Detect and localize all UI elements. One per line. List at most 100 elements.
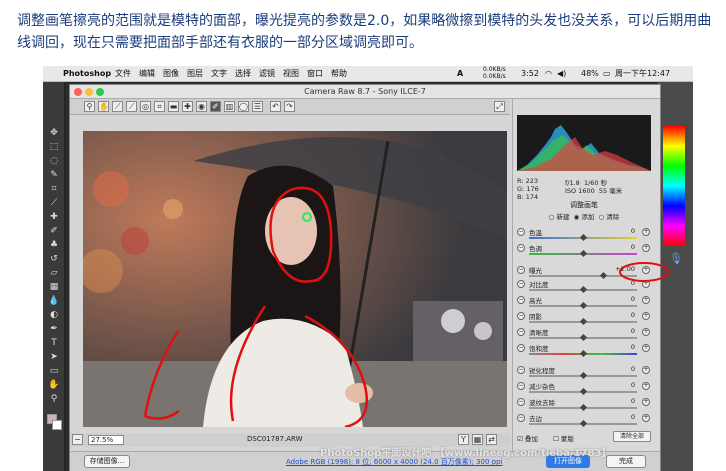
minus-icon[interactable]: − <box>517 312 525 320</box>
dodge-tool-icon[interactable]: ◐ <box>48 310 60 320</box>
crop-tool-icon[interactable]: ⌗ <box>154 101 165 112</box>
preferences-icon[interactable]: ☰ <box>252 101 263 112</box>
slider-knob[interactable] <box>579 333 588 342</box>
menu-select[interactable]: 选择 <box>235 66 251 82</box>
healing-tool-icon[interactable]: ✚ <box>48 212 60 222</box>
done-button[interactable]: 完成 <box>606 455 646 468</box>
zoom-level-select[interactable]: 27.5% <box>88 435 124 445</box>
slider-knob[interactable] <box>579 317 588 326</box>
mic-icon[interactable]: 🎙 <box>669 252 683 265</box>
spot-removal-icon[interactable]: ✚ <box>182 101 193 112</box>
straighten-tool-icon[interactable]: ▬ <box>168 101 179 112</box>
plus-icon[interactable]: + <box>642 296 650 304</box>
minus-icon[interactable]: − <box>517 266 525 274</box>
radial-filter-icon[interactable]: ◯ <box>238 101 249 112</box>
graduated-filter-icon[interactable]: ▥ <box>224 101 235 112</box>
zoom-window-icon[interactable] <box>96 88 104 96</box>
slider-value[interactable]: 0 <box>615 381 635 389</box>
minus-icon[interactable]: − <box>517 398 525 406</box>
clear-all-button[interactable]: 清除全部 <box>613 431 651 442</box>
menu-filter[interactable]: 滤镜 <box>259 66 275 82</box>
shape-tool-icon[interactable]: ▭ <box>48 366 60 376</box>
slider-knob[interactable] <box>579 419 588 428</box>
hand-tool-icon[interactable]: ✋ <box>98 101 109 112</box>
slider-knob[interactable] <box>579 371 588 380</box>
plus-icon[interactable]: + <box>642 328 650 336</box>
minus-icon[interactable]: − <box>517 382 525 390</box>
rotate-left-icon[interactable]: ↶ <box>270 101 281 112</box>
rotate-right-icon[interactable]: ↷ <box>284 101 295 112</box>
slider-knob[interactable] <box>579 387 588 396</box>
overlay-checkbox[interactable]: ☑ 叠加 <box>517 433 538 443</box>
slider-knob[interactable] <box>599 271 608 280</box>
plus-icon[interactable]: + <box>642 244 650 252</box>
hand-tool-icon[interactable]: ✋ <box>48 380 60 390</box>
menu-layer[interactable]: 图层 <box>187 66 203 82</box>
slider-value[interactable]: 0 <box>615 295 635 303</box>
plus-icon[interactable]: + <box>642 414 650 422</box>
minus-icon[interactable]: − <box>517 328 525 336</box>
slider-value[interactable]: 0 <box>615 343 635 351</box>
minus-icon[interactable]: − <box>517 244 525 252</box>
mode-add-radio[interactable]: ◉ 添加 <box>574 213 595 221</box>
slider-knob[interactable] <box>579 403 588 412</box>
slider-knob[interactable] <box>579 301 588 310</box>
pen-tool-icon[interactable]: ✒ <box>48 324 60 334</box>
menu-type[interactable]: 文字 <box>211 66 227 82</box>
crop-tool-icon[interactable]: ⌗ <box>48 184 60 194</box>
menu-help[interactable]: 帮助 <box>331 66 347 82</box>
adobe-icon[interactable]: A <box>457 66 463 82</box>
gradient-tool-icon[interactable]: ▦ <box>48 282 60 292</box>
slider-knob[interactable] <box>579 349 588 358</box>
volume-icon[interactable]: ◀) <box>557 66 566 82</box>
red-eye-icon[interactable]: ◉ <box>196 101 207 112</box>
slider-value[interactable]: 0 <box>615 243 635 251</box>
minus-icon[interactable]: − <box>517 366 525 374</box>
menu-image[interactable]: 图像 <box>163 66 179 82</box>
mode-clear-radio[interactable]: ○ 清除 <box>599 213 620 221</box>
slider-value[interactable]: 0 <box>615 413 635 421</box>
brush-tool-icon[interactable]: ✐ <box>48 226 60 236</box>
zoom-out-icon[interactable]: − <box>72 434 83 445</box>
history-brush-icon[interactable]: ↺ <box>48 254 60 264</box>
menu-view[interactable]: 视图 <box>283 66 299 82</box>
adjustment-brush-icon[interactable]: ✐ <box>210 101 221 112</box>
lasso-tool-icon[interactable]: ◌ <box>48 156 60 166</box>
close-window-icon[interactable] <box>74 88 82 96</box>
white-balance-tool-icon[interactable]: ⟋ <box>112 101 123 112</box>
zoom-tool-icon[interactable]: ⚲ <box>84 101 95 112</box>
type-tool-icon[interactable]: T <box>48 338 60 348</box>
zoom-tool-icon[interactable]: ⚲ <box>48 394 60 404</box>
minus-icon[interactable]: − <box>517 414 525 422</box>
plus-icon[interactable]: + <box>642 398 650 406</box>
slider-value[interactable]: 0 <box>615 365 635 373</box>
plus-icon[interactable]: + <box>642 228 650 236</box>
minimize-window-icon[interactable] <box>85 88 93 96</box>
battery-icon[interactable]: ▭ <box>603 66 611 82</box>
menu-file[interactable]: 文件 <box>115 66 131 82</box>
quick-select-tool-icon[interactable]: ✎ <box>48 170 60 180</box>
stamp-tool-icon[interactable]: ♣ <box>48 240 60 250</box>
plus-icon[interactable]: + <box>642 312 650 320</box>
background-color-swatch[interactable] <box>52 420 62 430</box>
mode-new-radio[interactable]: ○ 新建 <box>549 213 570 221</box>
slider-knob[interactable] <box>579 249 588 258</box>
eyedropper-tool-icon[interactable]: ⟋ <box>48 198 60 208</box>
mask-checkbox[interactable]: ☐ 蒙版 <box>553 433 574 443</box>
fullscreen-icon[interactable]: ⤢ <box>494 101 505 112</box>
eraser-tool-icon[interactable]: ▱ <box>48 268 60 278</box>
blur-tool-icon[interactable]: 💧 <box>48 296 60 306</box>
slider-knob[interactable] <box>579 285 588 294</box>
path-select-icon[interactable]: ➤ <box>48 352 60 362</box>
color-spectrum[interactable] <box>663 126 685 246</box>
minus-icon[interactable]: − <box>517 228 525 236</box>
plus-icon[interactable]: + <box>642 366 650 374</box>
minus-icon[interactable]: − <box>517 280 525 288</box>
photo-canvas[interactable] <box>83 131 507 427</box>
targeted-adjust-icon[interactable]: ◎ <box>140 101 151 112</box>
move-tool-icon[interactable]: ✥ <box>48 128 60 138</box>
slider-value[interactable]: 0 <box>615 327 635 335</box>
minus-icon[interactable]: − <box>517 296 525 304</box>
plus-icon[interactable]: + <box>642 382 650 390</box>
slider-value[interactable]: 0 <box>615 397 635 405</box>
